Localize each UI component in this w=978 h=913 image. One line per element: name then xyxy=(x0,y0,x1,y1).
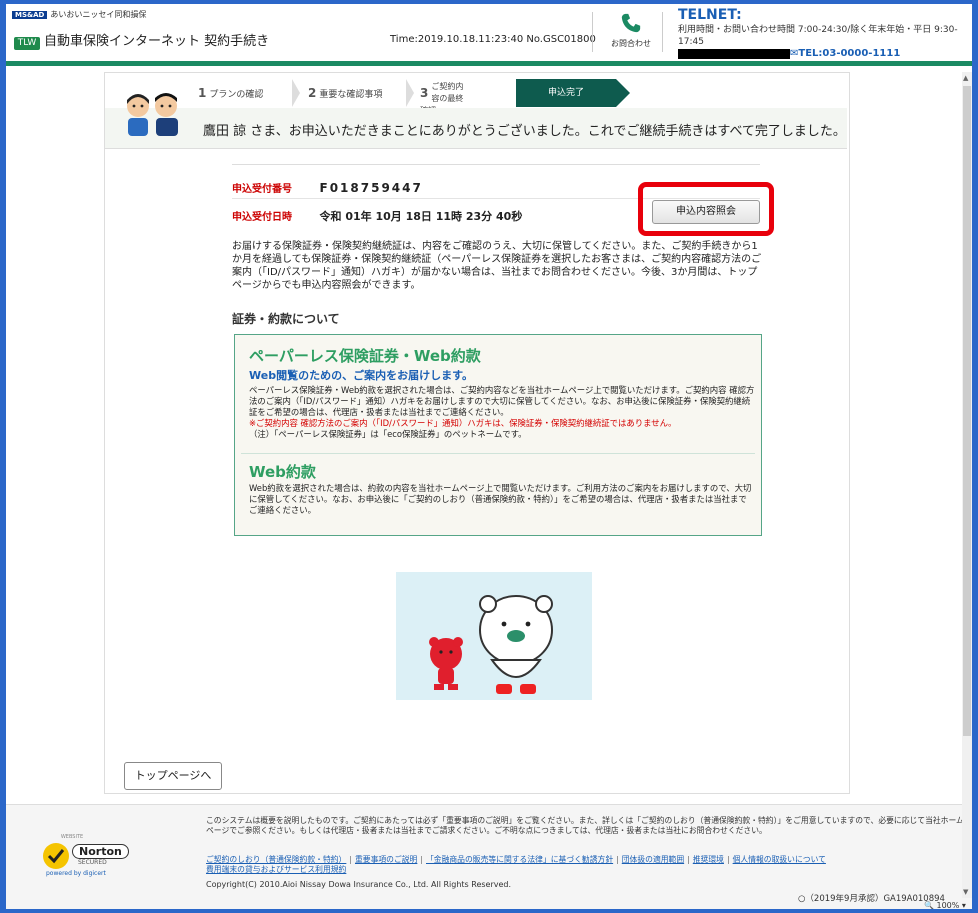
site-header: MS&AD あいおいニッセイ同和損保 TLW 自動車保険インターネット 契約手続き … xyxy=(6,4,972,60)
step-number: 1 xyxy=(198,86,207,100)
norton-top-text: WEBSITE xyxy=(60,834,84,840)
tel-number: ✉TEL:03-0000-1111 xyxy=(790,48,901,59)
receipt-date-row: 申込受付日時 令和 01年 10月 18日 11時 23分 40秒 xyxy=(232,208,522,224)
app-logo[interactable]: TLW 自動車保険インターネット 契約手続き xyxy=(14,30,269,50)
paperless-body-text: ペーパーレス保険証券・Web約款を選択された場合は、ご契約内容などを当社ホームペ… xyxy=(249,385,755,417)
step-separator xyxy=(292,79,300,107)
thanks-text: 鷹田 諒 さま、お申込いただきまことにありがとうございました。これでご継続手続き… xyxy=(203,124,846,139)
application-inquiry-button[interactable]: 申込内容照会 xyxy=(652,200,760,224)
receipt-date-label: 申込受付日時 xyxy=(232,212,292,223)
norton-powered: powered by digicert xyxy=(46,870,106,877)
notice-paragraph: お届けする保険証券・保険契約継続証は、内容をご確認のうえ、大切に保管してください… xyxy=(232,241,762,291)
receipt-number-label: 申込受付番号 xyxy=(232,184,292,195)
zoom-control[interactable]: 🔍 100% ▾ xyxy=(924,901,966,909)
norton-secured: SECURED xyxy=(78,859,107,866)
company-logo: MS&AD あいおいニッセイ同和損保 xyxy=(12,9,146,20)
tel-line: ✉TEL:03-0000-1111 xyxy=(678,48,972,60)
mascot-illustration xyxy=(127,93,178,136)
app-title: 自動車保険インターネット 契約手続き xyxy=(44,34,270,49)
divider xyxy=(232,164,760,165)
receipt-date-value: 令和 01年 10月 18日 11時 23分 40秒 xyxy=(319,210,523,223)
paperless-note: （注）「ペーパーレス保険証券」は「eco保険証券」のペットネームです。 xyxy=(249,429,527,439)
step-final-check: 3ご契約内容の最終確認 xyxy=(420,79,512,115)
inquiry-button[interactable]: お問合わせ xyxy=(611,12,651,56)
redacted-block xyxy=(678,49,790,59)
app-mark-icon: TLW xyxy=(14,37,40,50)
norton-badge[interactable]: WEBSITE Norton SECURED powered by digice… xyxy=(42,834,132,884)
company-name: あいおいニッセイ同和損保 xyxy=(50,10,147,19)
scrollbar[interactable]: ▲ ▼ xyxy=(962,72,972,898)
company-badge: MS&AD xyxy=(12,11,48,19)
footer-note: このシステムは概要を説明したものです。ご契約にあたっては必ず「重要事項のご説明」… xyxy=(206,816,964,835)
step-label: プランの確認 xyxy=(209,90,264,100)
footer-link-terms[interactable]: 費用端末の貸与およびサービス利用規約 xyxy=(206,865,346,874)
footer-links: ご契約のしおり（普通保険約款・特約） | 重要事項のご説明 | 「金融商品の販売等に関す… xyxy=(206,855,826,874)
footer-link-group[interactable]: 団体扱の適用範囲 xyxy=(622,855,684,864)
mascot-bear-illustration xyxy=(396,572,592,700)
step-separator xyxy=(406,79,414,107)
paperless-red-note: ※ご契約内容 確認方法のご案内（「ID/パスワード」通知）ハガキは、保険証券・保… xyxy=(249,418,677,428)
receipt-number-row: 申込受付番号 F018759447 xyxy=(232,180,423,195)
receipt-number-value: F018759447 xyxy=(319,181,423,195)
norton-brand: Norton xyxy=(72,844,129,859)
paperless-title: ペーパーレス保険証券・Web約款 xyxy=(249,347,481,365)
service-hours: 利用時間・お問い合わせ時間 7:00-24:30/除く年末年始・平日 9:30-… xyxy=(678,25,958,47)
phone-icon xyxy=(621,13,641,33)
divider xyxy=(241,453,755,454)
step-important: 2 重要な確認事項 xyxy=(308,79,408,107)
copyright: Copyright(C) 2010.Aioi Nissay Dowa Insur… xyxy=(206,880,512,889)
scroll-down-icon[interactable]: ▼ xyxy=(963,888,968,896)
browser-page: MS&AD あいおいニッセイ同和損保 TLW 自動車保険インターネット 契約手続き … xyxy=(6,4,972,909)
top-page-button[interactable]: トップページへ xyxy=(124,762,222,790)
footer-link-environment[interactable]: 推奨環境 xyxy=(693,855,724,864)
header-divider xyxy=(662,12,663,52)
scrollbar-thumb[interactable] xyxy=(963,86,971,736)
step-plan: 1 プランの確認 xyxy=(198,79,290,107)
paperless-subtitle: Web閲覧のための、ご案内をお届けします。 xyxy=(249,369,473,382)
step-number: 3 xyxy=(420,86,429,100)
progress-steps: 1プランの確認 2重要な確認事項 3ご契約内容の最終確認 申込完了 xyxy=(106,79,746,115)
step-number: 2 xyxy=(308,86,317,100)
inquiry-label: お問合わせ xyxy=(611,39,651,48)
telnet-title: TELNET: xyxy=(678,7,742,23)
web-yakkan-title: Web約款 xyxy=(249,463,316,481)
step-complete: 申込完了 xyxy=(516,79,616,107)
header-divider xyxy=(592,12,593,52)
paperless-body: ペーパーレス保険証券・Web約款を選択された場合は、ご契約内容などを当社ホームペ… xyxy=(249,385,755,440)
header-green-bar xyxy=(6,61,972,66)
checkmark-icon xyxy=(43,843,69,869)
step-label: 申込完了 xyxy=(547,88,584,98)
footer-link-privacy[interactable]: 個人情報の取扱いについて xyxy=(733,855,826,864)
approval-code: ○（2019年9月承認）GA19A010894 xyxy=(798,894,945,904)
scroll-up-icon[interactable]: ▲ xyxy=(963,74,968,82)
footer-link-important[interactable]: 重要事項のご説明 xyxy=(355,855,417,864)
section-title: 証券・約款について xyxy=(232,312,340,326)
time-info: Time:2019.10.18.11:23:40 No.GSC01800 xyxy=(390,34,596,45)
thanks-banner: 鷹田 諒 さま、お申込いただきまことにありがとうございました。これでご継続手続き… xyxy=(105,108,847,149)
step-arrow xyxy=(616,79,630,107)
step-label: 重要な確認事項 xyxy=(319,90,383,100)
footer-link-shiori[interactable]: ご契約のしおり（普通保険約款・特約） xyxy=(206,855,346,864)
paperless-info-box: ペーパーレス保険証券・Web約款 Web閲覧のための、ご案内をお届けします。 ペ… xyxy=(234,334,762,536)
web-yakkan-body: Web約款を選択された場合は、約款の内容を当社ホームページ上で閲覧いただけます。… xyxy=(249,483,752,515)
footer-link-solicitation[interactable]: 「金融商品の販売等に関する法律」に基づく勧誘方針 xyxy=(426,855,613,864)
